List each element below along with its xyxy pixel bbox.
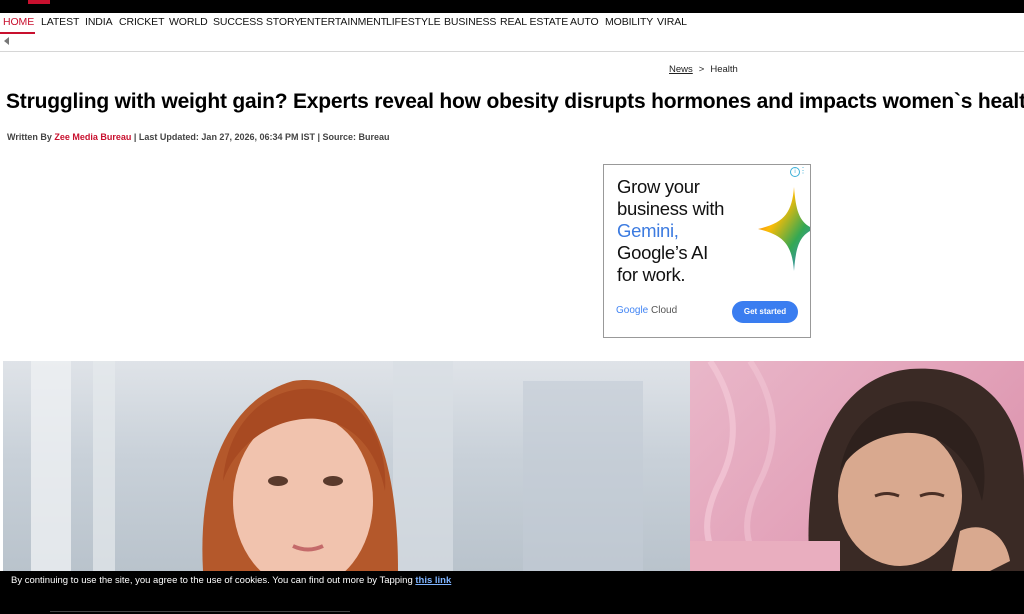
active-tab-indicator <box>0 32 35 34</box>
nav-item-latest[interactable]: LATEST <box>41 16 79 28</box>
hero-photo-right <box>690 361 1024 571</box>
top-black-bar <box>0 0 1024 13</box>
breadcrumb-news-link[interactable]: News <box>669 64 693 75</box>
ad-line: for work. <box>617 264 686 285</box>
nav-item-cricket[interactable]: CRICKET <box>119 16 164 28</box>
nav-item-auto[interactable]: AUTO <box>570 16 599 28</box>
gemini-ad[interactable]: i ⋮ Grow your business with Gemini, Goog… <box>603 164 811 338</box>
article-headline: Struggling with weight gain? Experts rev… <box>6 90 1024 113</box>
more-options-icon[interactable]: ⋮ <box>799 167 807 175</box>
nav-item-home[interactable]: HOME <box>3 16 34 28</box>
site-logo[interactable] <box>28 0 50 4</box>
ad-line: business with <box>617 198 725 219</box>
breadcrumb-current: Health <box>710 64 738 75</box>
nav-item-mobility[interactable]: MOBILITY <box>605 16 653 28</box>
sub-nav-bar <box>0 35 1024 52</box>
author-link[interactable]: Zee Media Bureau <box>54 132 131 142</box>
article-hero-image <box>3 361 1024 571</box>
cookie-message: By continuing to use the site, you agree… <box>11 575 451 586</box>
get-started-button[interactable]: Get started <box>732 301 798 323</box>
hero-photo-left-illustration <box>31 361 643 571</box>
gemini-sparkle-icon <box>758 187 810 271</box>
hero-photo-left <box>3 361 690 571</box>
cookie-consent-bar: By continuing to use the site, you agree… <box>0 571 1024 614</box>
main-nav: HOME LATEST INDIA CRICKET WORLD SUCCESS … <box>0 13 1024 35</box>
hero-photo-right-illustration <box>690 361 1024 571</box>
scroll-left-icon[interactable] <box>4 37 9 45</box>
last-updated: | Last Updated: Jan 27, 2026, 06:34 PM I… <box>133 132 390 142</box>
nav-item-real-estate[interactable]: REAL ESTATE <box>500 16 568 28</box>
nav-item-business[interactable]: BUSINESS <box>444 16 496 28</box>
nav-item-success-story[interactable]: SUCCESS STORY <box>213 16 301 28</box>
nav-item-viral[interactable]: VIRAL <box>657 16 687 28</box>
breadcrumb: News > Health <box>669 64 738 75</box>
written-by-label: Written By <box>7 132 52 142</box>
cookie-link[interactable]: this link <box>415 575 451 586</box>
article-byline: Written By Zee Media Bureau | Last Updat… <box>7 132 390 142</box>
cookie-text: By continuing to use the site, you agree… <box>11 575 416 586</box>
ad-copy: Grow your business with Gemini, Google’s… <box>617 176 757 286</box>
nav-item-lifestyle[interactable]: LIFESTYLE <box>386 16 441 28</box>
nav-item-world[interactable]: WORLD <box>169 16 208 28</box>
ad-line: Google’s AI <box>617 242 708 263</box>
breadcrumb-separator: > <box>698 64 705 75</box>
ad-line: Grow your <box>617 176 700 197</box>
nav-item-entertainment[interactable]: ENTERTAINMENT <box>300 16 387 28</box>
divider <box>50 611 350 612</box>
cloud-wordmark: Cloud <box>648 305 678 316</box>
ad-line-gemini: Gemini, <box>617 220 679 241</box>
google-wordmark: Google <box>616 305 649 316</box>
nav-item-india[interactable]: INDIA <box>85 16 113 28</box>
google-cloud-logo: Google Cloud <box>616 305 677 316</box>
